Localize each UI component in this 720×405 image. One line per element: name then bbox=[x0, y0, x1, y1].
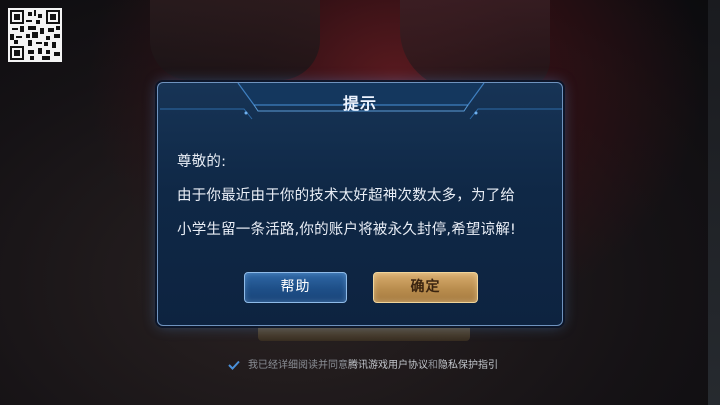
help-button[interactable]: 帮助 bbox=[244, 272, 347, 303]
agreement-row: 我已经详细阅读并同意腾讯游戏用户协议和隐私保护指引 bbox=[228, 356, 498, 374]
message-line-1: 由于你最近由于你的技术太好超神次数太多，为了给 bbox=[177, 188, 516, 204]
user-agreement-link[interactable]: 腾讯游戏用户协议 bbox=[348, 360, 428, 371]
checkmark-icon[interactable] bbox=[228, 359, 240, 371]
privacy-policy-link[interactable]: 隐私保护指引 bbox=[438, 360, 498, 371]
message-greeting: 尊敬的: bbox=[177, 154, 227, 170]
message-line-2: 小学生留一条活路,你的账户将被永久封停,希望谅解! bbox=[177, 222, 517, 238]
dialog-message: 尊敬的: 由于你最近由于你的技术太好超神次数太多，为了给 小学生留一条活路,你的… bbox=[177, 145, 557, 247]
dialog-title: 提示 bbox=[342, 94, 377, 113]
dialog-header: 提示 bbox=[158, 83, 562, 123]
background-right-panel bbox=[708, 0, 720, 405]
background-login-button bbox=[258, 325, 470, 341]
background-character-armor bbox=[150, 0, 320, 80]
confirm-button[interactable]: 确定 bbox=[373, 272, 478, 303]
agreement-and: 和 bbox=[428, 360, 438, 371]
background-character-cape bbox=[400, 0, 550, 90]
notice-dialog: 提示 尊敬的: 由于你最近由于你的技术太好超神次数太多，为了给 小学生留一条活路… bbox=[157, 82, 563, 326]
qr-code-icon[interactable] bbox=[8, 8, 62, 62]
agreement-text: 我已经详细阅读并同意 bbox=[248, 360, 348, 371]
